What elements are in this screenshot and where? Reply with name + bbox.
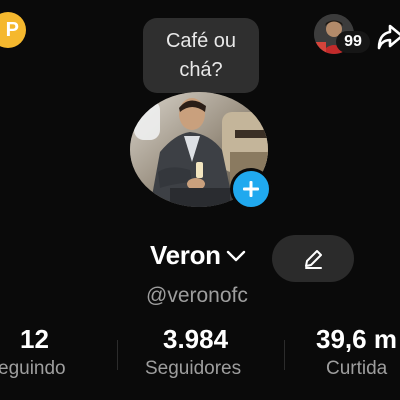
stat-divider — [284, 340, 285, 370]
followers-count[interactable]: 3.984 — [163, 324, 228, 355]
share-arrow-icon[interactable] — [376, 20, 400, 54]
add-story-button[interactable] — [230, 168, 272, 210]
following-count[interactable]: 12 — [20, 324, 49, 355]
following-label[interactable]: eguindo — [0, 358, 66, 380]
followers-label[interactable]: Seguidores — [145, 358, 241, 380]
note-line-2: chá? — [179, 58, 223, 81]
plus-icon — [243, 181, 259, 197]
profile-note-bubble[interactable]: Café ou chá? — [143, 18, 259, 93]
note-line-1: Café ou — [165, 29, 237, 52]
display-name: Veron — [150, 240, 221, 270]
username: @veronofc — [146, 284, 248, 307]
stat-divider — [117, 340, 118, 370]
profile-screen: P Café ou chá? 99 Veron @veronofc 12 egu… — [0, 0, 400, 400]
display-name-row[interactable]: Veron — [150, 240, 247, 271]
coin-icon[interactable]: P — [0, 12, 26, 48]
chevron-down-icon — [226, 250, 245, 261]
likes-count[interactable]: 39,6 m — [316, 324, 397, 355]
edit-profile-button[interactable] — [272, 235, 354, 282]
notification-count-badge: 99 — [336, 31, 370, 53]
coin-badge-label: P — [5, 18, 19, 41]
likes-label[interactable]: Curtida — [326, 358, 387, 380]
pencil-icon — [305, 249, 322, 269]
